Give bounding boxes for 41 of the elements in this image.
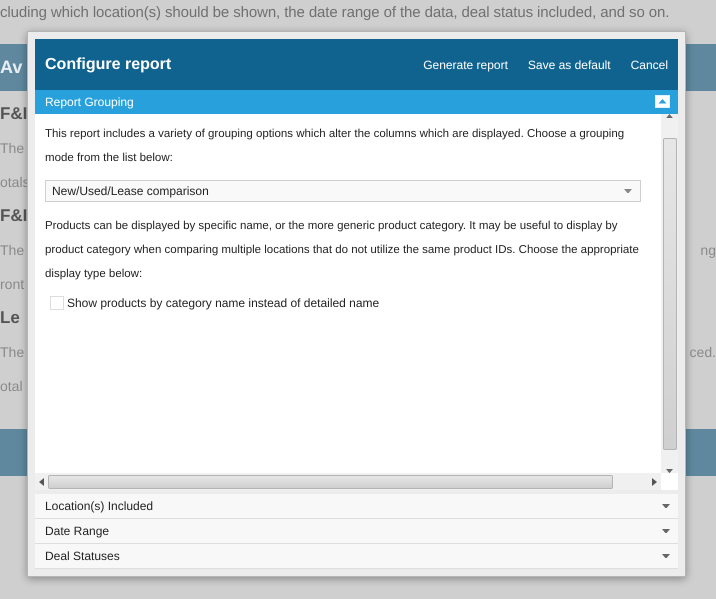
header-action-link[interactable]: Generate report (423, 58, 508, 72)
item-heading: F&I (0, 206, 28, 226)
accordion-label: Report Grouping (45, 94, 134, 108)
accordion-label: Location(s) Included (45, 499, 154, 513)
checkbox-text: Show products by category name instead of detailed name (67, 296, 380, 310)
item-text: otal (0, 378, 23, 394)
grouping-select[interactable]: New/Used/Lease comparison (45, 180, 641, 202)
header-action-link[interactable]: Cancel (630, 58, 668, 72)
category-checkbox-label[interactable]: Show products by category name instead of detailed name (45, 296, 651, 310)
accordion-header[interactable]: Location(s) Included (35, 494, 678, 519)
intro-text: cluding which location(s) should be shown, the date range of the data, deal status included, and so on. (0, 3, 670, 23)
item-text: The (0, 242, 24, 258)
item-heading: Le (0, 308, 20, 328)
dialog-title: Configure report (45, 56, 172, 74)
grouping-description: This report includes a variety of grouping options which alter the columns which are displayed. Choose a grouping mode from the list below: (45, 127, 626, 166)
item-heading: F&I (0, 104, 28, 124)
item-text: ced. (690, 344, 716, 360)
accordion-label: Deal Statuses (45, 549, 120, 563)
accordion-label: Date Range (45, 524, 110, 538)
scrollbar-thumb[interactable] (48, 474, 613, 488)
dropdown-caret-icon (624, 188, 632, 194)
accordion-header[interactable]: Date Range (35, 519, 678, 544)
item-text: The (0, 344, 24, 360)
collapse-icon (655, 95, 670, 108)
vertical-scrollbar[interactable] (661, 114, 678, 473)
scrollbar-thumb[interactable] (662, 138, 676, 450)
item-text: The (0, 140, 24, 156)
scroll-down-icon (666, 468, 673, 473)
horizontal-scrollbar[interactable] (35, 473, 661, 490)
scroll-right-icon (652, 478, 657, 486)
expand-icon (662, 554, 670, 558)
section-heading: Av (0, 57, 22, 78)
item-text: ront (0, 276, 24, 292)
scroll-left-icon (39, 478, 44, 486)
accordion-header[interactable]: Deal Statuses (35, 544, 678, 569)
item-text: ng (700, 242, 716, 258)
expand-icon (662, 504, 670, 508)
header-action-link[interactable]: Save as default (528, 58, 611, 72)
checkbox[interactable] (50, 296, 64, 310)
products-description: Products can be displayed by specific name, or the more generic product category. It may be useful to display by product category when comparing multiple locations that do not utilize the same product IDs. Choose the appropriate display type below: (45, 219, 640, 282)
expand-icon (662, 528, 670, 534)
